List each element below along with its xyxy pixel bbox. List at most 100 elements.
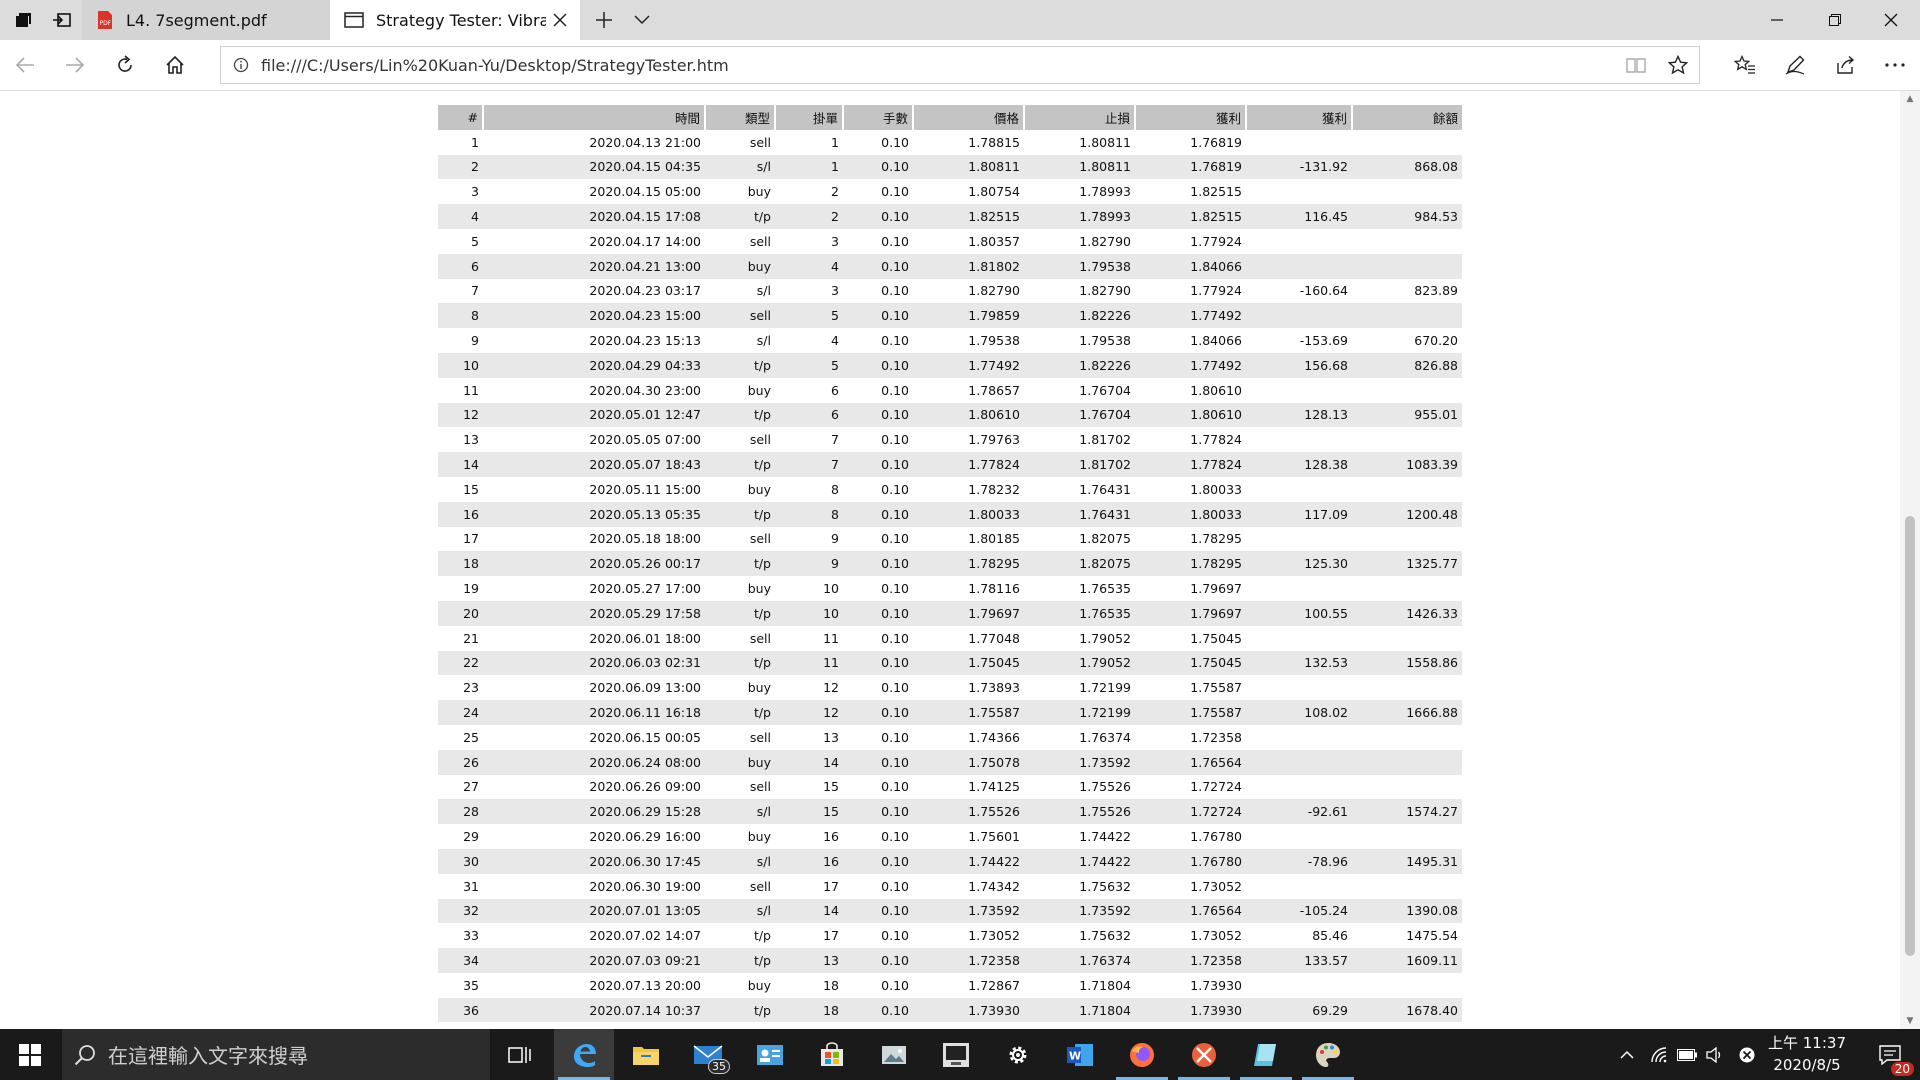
- minimize-button[interactable]: [1748, 0, 1806, 40]
- table-cell: -153.69: [1299, 333, 1348, 349]
- close-icon: [553, 13, 567, 27]
- taskbar-app-contacts[interactable]: [740, 1029, 800, 1080]
- battery-status[interactable]: [1672, 1029, 1702, 1080]
- share-button[interactable]: [1820, 40, 1870, 90]
- taskbar-app-settings[interactable]: [988, 1029, 1048, 1080]
- tab-preview-button[interactable]: [624, 0, 660, 40]
- favorites-list-icon: [1734, 55, 1755, 74]
- table-cell: 1609.11: [1352, 948, 1462, 973]
- restore-button[interactable]: [1806, 0, 1864, 40]
- set-aside-tabs-button[interactable]: [44, 0, 80, 40]
- table-cell: t/p: [705, 650, 775, 676]
- taskbar-app-word[interactable]: W: [1050, 1029, 1110, 1080]
- table-cell: 15: [775, 799, 843, 825]
- table-cell: 1.74366: [968, 729, 1020, 745]
- table-cell: 2020.05.18 18:00: [589, 531, 701, 547]
- input-indicator[interactable]: [1732, 1029, 1762, 1080]
- address-text[interactable]: file:///C:/Users/Lin%20Kuan-Yu/Desktop/S…: [261, 56, 1615, 75]
- table-cell: 1.78993: [1079, 184, 1131, 200]
- table-cell: [1352, 576, 1462, 601]
- scroll-up-arrow[interactable]: ▲: [1900, 91, 1920, 107]
- folder-icon: [633, 1046, 659, 1065]
- close-window-button[interactable]: [1862, 0, 1920, 40]
- table-cell: 21: [463, 630, 479, 646]
- table-cell: 1.80033: [1190, 481, 1242, 497]
- settings-more-button[interactable]: [1870, 40, 1920, 90]
- table-cell: [1352, 675, 1462, 700]
- system-clock[interactable]: 上午 11:37 2020/8/5: [1762, 1032, 1852, 1078]
- table-row: 27 2020.06.26 09:00 sell 15 0.10 1.74125 1.755…: [438, 775, 1462, 800]
- table-cell: 1.76431: [1024, 501, 1135, 527]
- table-cell: 13: [463, 432, 479, 448]
- new-tab-button[interactable]: [586, 0, 622, 40]
- forward-button[interactable]: [50, 40, 100, 90]
- table-cell: -131.92: [1246, 154, 1352, 180]
- task-view-icon: [508, 1046, 531, 1063]
- table-cell: 0.10: [843, 600, 913, 626]
- reading-view-button[interactable]: [1615, 47, 1657, 83]
- table-cell: 17: [823, 928, 839, 944]
- show-hidden-icons-button[interactable]: [1612, 1029, 1642, 1080]
- taskbar-app-store[interactable]: [802, 1029, 862, 1080]
- tab-manager-button[interactable]: [6, 0, 42, 40]
- close-tab-button[interactable]: [546, 0, 574, 40]
- table-cell: 1.76564: [1135, 749, 1246, 775]
- refresh-button[interactable]: [100, 40, 150, 90]
- table-cell: 2020.04.29 04:33: [483, 352, 705, 378]
- table-cell: 1.77924: [1190, 283, 1242, 299]
- table-cell: t/p: [705, 551, 775, 577]
- table-cell: [1246, 378, 1352, 403]
- taskbar-app-remote[interactable]: [1174, 1029, 1234, 1080]
- table-cell: buy: [705, 253, 775, 279]
- table-cell: [1352, 749, 1462, 775]
- tab-strategy-tester[interactable]: Strategy Tester: Vibrant: [330, 0, 580, 40]
- add-notes-button[interactable]: [1770, 40, 1820, 90]
- taskbar-app-notes[interactable]: [1236, 1029, 1296, 1080]
- scrollbar-thumb[interactable]: [1905, 516, 1915, 956]
- remote-app-icon: [1192, 1042, 1216, 1067]
- table-row: 11 2020.04.30 23:00 buy 6 0.10 1.78657 1.76704…: [438, 378, 1462, 403]
- network-status[interactable]: [1644, 1029, 1674, 1080]
- address-bar[interactable]: file:///C:/Users/Lin%20Kuan-Yu/Desktop/S…: [220, 46, 1700, 84]
- table-cell: 1.77924: [1190, 233, 1242, 249]
- favorites-hub-button[interactable]: [1720, 40, 1770, 90]
- table-cell: 24: [438, 700, 483, 725]
- table-cell: 2020.06.29 15:28: [483, 799, 705, 825]
- taskbar-app-edge[interactable]: [554, 1029, 614, 1080]
- home-button[interactable]: [150, 40, 200, 90]
- table-cell: 1.75526: [1079, 779, 1131, 795]
- table-cell: 22: [438, 650, 483, 676]
- favorite-button[interactable]: [1657, 47, 1699, 83]
- table-cell: 128.38: [1246, 452, 1352, 477]
- table-cell: t/p: [705, 402, 775, 428]
- table-cell: [1352, 378, 1462, 403]
- taskbar-app-firefox[interactable]: [1112, 1029, 1172, 1080]
- taskbar-app-file-explorer[interactable]: [616, 1029, 676, 1080]
- scroll-down-arrow[interactable]: ▼: [1900, 1013, 1920, 1029]
- table-cell: 1325.77: [1352, 551, 1462, 577]
- notes-icon: [1254, 1043, 1276, 1066]
- taskbar-search-box[interactable]: 在這裡輸入文字來搜尋: [62, 1029, 490, 1080]
- action-center-button[interactable]: 20: [1860, 1029, 1920, 1080]
- vertical-scrollbar[interactable]: ▲ ▼: [1900, 91, 1920, 1029]
- task-view-button[interactable]: [490, 1029, 550, 1080]
- taskbar-app-terminal[interactable]: [926, 1029, 986, 1080]
- table-cell: 1.82515: [1135, 204, 1246, 229]
- info-icon[interactable]: [221, 57, 261, 73]
- taskbar-app-photos[interactable]: [864, 1029, 924, 1080]
- taskbar-app-paint[interactable]: [1298, 1029, 1358, 1080]
- volume-control[interactable]: [1700, 1029, 1730, 1080]
- table-cell: 27: [463, 779, 479, 795]
- table-cell: 1.71804: [1024, 997, 1135, 1023]
- search-placeholder: 在這裡輸入文字來搜尋: [108, 1044, 308, 1068]
- tab-pdf[interactable]: PDF L4. 7segment.pdf: [82, 0, 330, 40]
- back-button[interactable]: [0, 40, 50, 90]
- table-cell: 0.10: [843, 848, 913, 874]
- table-cell: [1352, 775, 1462, 800]
- start-button[interactable]: [0, 1029, 60, 1080]
- table-cell: 1.75045: [1135, 650, 1246, 676]
- table-cell: 1.72724: [1135, 799, 1246, 825]
- table-cell: [1352, 229, 1462, 254]
- taskbar-app-mail[interactable]: 35: [678, 1029, 738, 1080]
- table-cell: 1.79538: [1079, 333, 1131, 349]
